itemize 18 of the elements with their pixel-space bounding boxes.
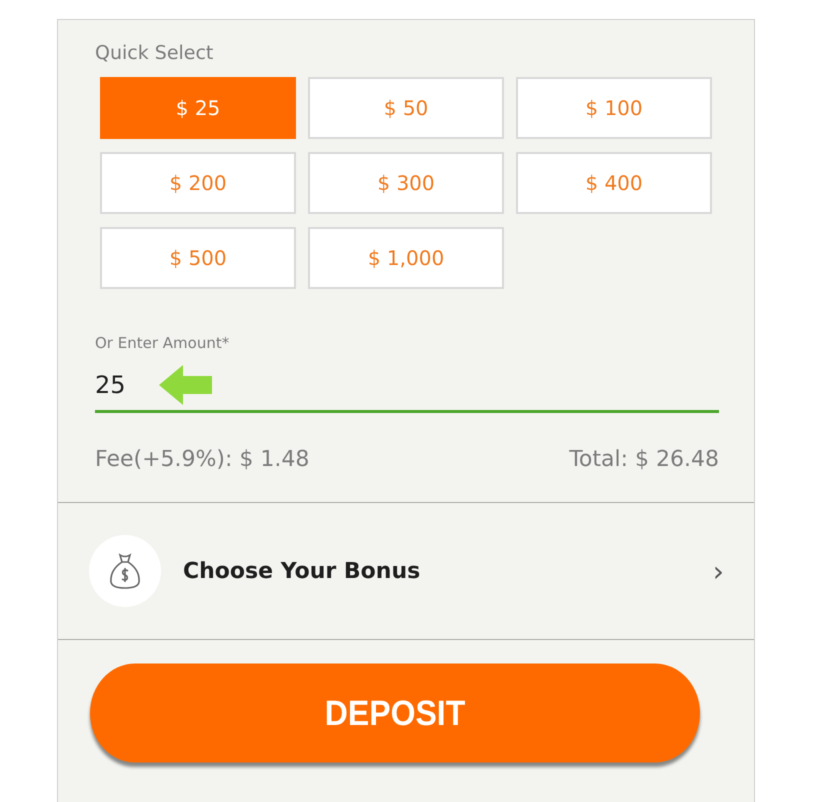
amount-label: Or Enter Amount* — [95, 334, 230, 352]
fee-text: Fee(+5.9%): $ 1.48 — [95, 447, 310, 472]
arrow-icon — [159, 365, 212, 405]
amount-option[interactable]: $ 200 — [100, 152, 296, 214]
chevron-icon: › — [712, 554, 724, 588]
amount-option[interactable]: $ 1,000 — [308, 227, 504, 289]
amount-option[interactable]: $ 500 — [100, 227, 296, 289]
amount-field[interactable]: 25 — [95, 371, 131, 399]
amount-option[interactable]: $ 100 — [516, 77, 712, 139]
amount-option[interactable]: $ 400 — [516, 152, 712, 214]
bonus-row[interactable]: Choose Your Bonus › — [58, 502, 754, 640]
quick-select-label: Quick Select — [95, 42, 214, 64]
bonus-label: Choose Your Bonus — [183, 558, 422, 584]
deposit-button[interactable]: DEPOSIT — [90, 664, 700, 762]
total-text: Total: $ 26.48 — [569, 447, 719, 472]
amount-option[interactable]: $ 300 — [308, 152, 504, 214]
amount-option[interactable]: $ 25 — [100, 77, 296, 139]
amount-option[interactable]: $ 50 — [308, 77, 504, 139]
